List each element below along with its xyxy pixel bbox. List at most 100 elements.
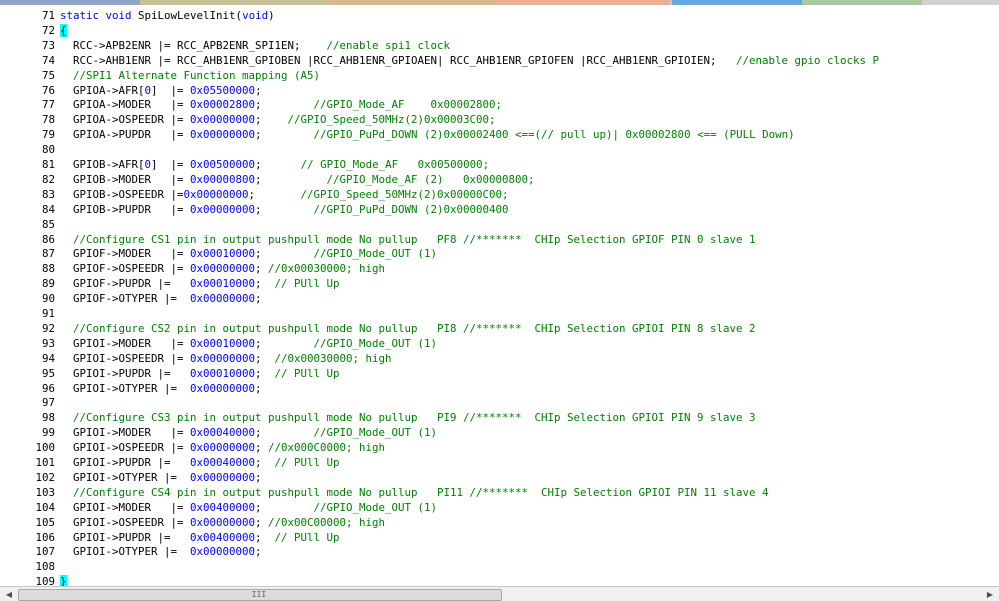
code-text: //Configure CS3 pin in output pushpull m… — [60, 410, 756, 425]
line-number: 103 — [35, 485, 55, 499]
code-line[interactable]: 93 GPIOI->MODER |= 0x00010000; //GPIO_Mo… — [0, 336, 999, 351]
code-line[interactable]: 89 GPIOF->PUPDR |= 0x00010000; // PUll U… — [0, 276, 999, 291]
code-token: GPIOA->AFR[ — [60, 83, 145, 97]
code-keyword: static — [60, 9, 100, 22]
code-comment: //0x00030000; high — [274, 351, 392, 365]
code-line[interactable]: 74 RCC->AHB1ENR |= RCC_AHB1ENR_GPIOBEN |… — [0, 53, 999, 68]
code-line[interactable]: 76 GPIOA->AFR[0] |= 0x05500000; — [0, 83, 999, 98]
line-number: 106 — [35, 530, 55, 544]
code-token: GPIOI->OSPEEDR |= — [60, 441, 191, 455]
code-line[interactable]: 97 — [0, 395, 999, 410]
code-line[interactable]: 95 GPIOI->PUPDR |= 0x00010000; // PUll U… — [0, 366, 999, 381]
code-token: GPIOB->PUPDR |= — [60, 202, 191, 216]
code-line[interactable]: 82 GPIOB->MODER |= 0x00000800; //GPIO_Mo… — [0, 172, 999, 187]
code-number: 0x00000000 — [190, 202, 256, 216]
code-line[interactable]: 96 GPIOI->OTYPER |= 0x00000000; — [0, 381, 999, 396]
horizontal-scrollbar[interactable]: ◀ III ▶ — [0, 586, 999, 601]
code-line[interactable]: 92 //Configure CS2 pin in output pushpul… — [0, 321, 999, 336]
code-line[interactable]: 99 GPIOI->MODER |= 0x00040000; //GPIO_Mo… — [0, 425, 999, 440]
code-comment: //GPIO_Speed_50MHz(2)0x00003C00; — [287, 113, 496, 127]
code-line[interactable]: 78 GPIOA->OSPEEDR |= 0x00000000; //GPIO_… — [0, 112, 999, 127]
code-token: GPIOB->MODER |= — [60, 172, 191, 186]
line-number: 109 — [35, 575, 55, 586]
code-text: GPIOA->OSPEEDR |= 0x00000000; //GPIO_Spe… — [60, 112, 496, 127]
code-token: GPIOI->OTYPER |= — [60, 381, 191, 395]
code-line[interactable]: 109} — [0, 574, 999, 586]
code-comment: //0x00030000; high — [268, 262, 386, 276]
code-line[interactable]: 79 GPIOA->PUPDR |= 0x00000000; //GPIO_Pu… — [0, 127, 999, 142]
line-number: 88 — [41, 262, 55, 276]
code-line[interactable]: 102 GPIOI->OTYPER |= 0x00000000; — [0, 470, 999, 485]
code-comment: //GPIO_Mode_AF 0x00002800; — [313, 98, 503, 112]
code-line[interactable]: 73 RCC->APB2ENR |= RCC_APB2ENR_SPI1EN; /… — [0, 38, 999, 53]
line-number: 92 — [41, 321, 55, 335]
scroll-right-button[interactable]: ▶ — [982, 588, 998, 601]
code-line[interactable]: 94 GPIOI->OSPEEDR |= 0x00000000; //0x000… — [0, 351, 999, 366]
code-number: 0x00400000 — [190, 530, 256, 544]
code-comment: // PUll Up — [274, 366, 340, 380]
code-text: GPIOI->PUPDR |= 0x00010000; // PUll Up — [60, 366, 340, 381]
line-number: 74 — [41, 53, 55, 67]
code-line[interactable]: 105 GPIOI->OSPEEDR |= 0x00000000; //0x00… — [0, 515, 999, 530]
code-line[interactable]: 75 //SPI1 Alternate Function mapping (A5… — [0, 68, 999, 83]
code-line[interactable]: 106 GPIOI->PUPDR |= 0x00400000; // PUll … — [0, 530, 999, 545]
code-comment: //GPIO_PuPd_DOWN (2)0x00002400 <==(// pu… — [313, 128, 795, 142]
code-line[interactable]: 98 //Configure CS3 pin in output pushpul… — [0, 410, 999, 425]
arrow-right-icon: ▶ — [986, 590, 994, 599]
code-number: 0x00000000 — [190, 470, 256, 484]
code-number: 0x00040000 — [190, 426, 256, 440]
code-token: GPIOB->AFR[ — [60, 158, 145, 171]
line-number: 100 — [35, 441, 55, 455]
code-line[interactable]: 91 — [0, 306, 999, 321]
code-token: ; — [255, 426, 314, 440]
code-line[interactable]: 90 GPIOF->OTYPER |= 0x00000000; — [0, 291, 999, 306]
code-token: GPIOI->MODER |= — [60, 336, 191, 350]
code-editor[interactable]: 71 static void SpiLowLevelInit(void) 72 {73… — [0, 5, 999, 586]
code-token: ; — [255, 456, 275, 469]
code-comment: // PUll Up — [274, 456, 340, 469]
code-line[interactable]: 108 — [0, 559, 999, 574]
code-text: GPIOI->OTYPER |= 0x00000000; — [60, 544, 262, 559]
code-token: ; — [255, 545, 262, 559]
code-token: GPIOI->MODER |= — [60, 426, 191, 440]
code-line[interactable]: 100 GPIOI->OSPEEDR |= 0x00000000; //0x00… — [0, 440, 999, 455]
code-token: ; — [255, 158, 301, 171]
code-token: ; — [255, 441, 269, 455]
code-text: GPIOI->OTYPER |= 0x00000000; — [60, 381, 262, 396]
code-number: 0x00040000 — [190, 456, 256, 469]
code-text: { — [60, 23, 67, 38]
grip-icon: III — [251, 590, 267, 599]
scrollbar-thumb[interactable]: III — [18, 589, 502, 601]
scroll-left-button[interactable]: ◀ — [1, 588, 17, 601]
code-text: GPIOI->OSPEEDR |= 0x00000000; //0x000C00… — [60, 440, 385, 455]
code-number: 0x00000000 — [190, 545, 256, 559]
code-line[interactable]: 77 GPIOA->MODER |= 0x00002800; //GPIO_Mo… — [0, 97, 999, 112]
code-token: GPIOI->MODER |= — [60, 500, 191, 514]
code-line[interactable]: 80 — [0, 142, 999, 157]
code-line[interactable]: 86 //Configure CS1 pin in output pushpul… — [0, 232, 999, 247]
code-token: GPIOA->MODER |= — [60, 98, 191, 112]
code-line[interactable]: 84 GPIOB->PUPDR |= 0x00000000; //GPIO_Pu… — [0, 202, 999, 217]
code-number: 0x00000000 — [190, 113, 256, 127]
code-line[interactable]: 87 GPIOF->MODER |= 0x00010000; //GPIO_Mo… — [0, 246, 999, 261]
code-number: 0x00000000 — [190, 381, 256, 395]
code-line[interactable]: 103 //Configure CS4 pin in output pushpu… — [0, 485, 999, 500]
code-token: GPIOF->OTYPER |= — [60, 292, 191, 306]
line-number: 94 — [41, 351, 55, 365]
line-number: 97 — [41, 396, 55, 410]
line-number: 86 — [41, 232, 55, 246]
code-line[interactable]: 101 GPIOI->PUPDR |= 0x00040000; // PUll … — [0, 455, 999, 470]
code-line[interactable]: 104 GPIOI->MODER |= 0x00400000; //GPIO_M… — [0, 500, 999, 515]
code-text: GPIOI->OSPEEDR |= 0x00000000; //0x00C000… — [60, 515, 385, 530]
code-comment: // PUll Up — [274, 530, 340, 544]
code-line[interactable]: 71 static void SpiLowLevelInit(void) — [0, 8, 999, 23]
code-line[interactable]: 72 { — [0, 23, 999, 38]
line-number: 89 — [41, 277, 55, 291]
code-line[interactable]: 83 GPIOB->OSPEEDR |=0x00000000; //GPIO_S… — [0, 187, 999, 202]
code-line[interactable]: 88 GPIOF->OSPEEDR |= 0x00000000; //0x000… — [0, 261, 999, 276]
code-token: GPIOA->PUPDR |= — [60, 128, 191, 142]
code-line[interactable]: 81 GPIOB->AFR[0] |= 0x00500000; // GPIO_… — [0, 157, 999, 172]
code-line[interactable]: 85 — [0, 217, 999, 232]
line-number: 72 — [41, 23, 55, 37]
code-line[interactable]: 107 GPIOI->OTYPER |= 0x00000000; — [0, 544, 999, 559]
